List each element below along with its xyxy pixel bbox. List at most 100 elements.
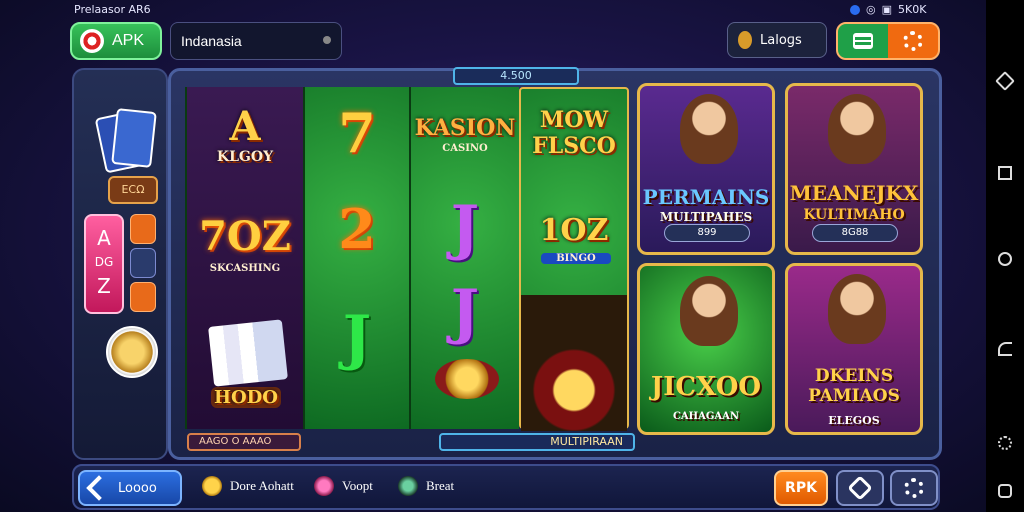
- multiplier-strip: MULTIPIRAAN: [439, 433, 635, 451]
- puzzle-button[interactable]: [836, 470, 884, 506]
- nav-label-1: Dore Aohatt: [230, 478, 294, 493]
- side-panel: ECΩ A DG Z: [72, 68, 168, 460]
- left-strip: AAGO O AAAO: [187, 433, 301, 451]
- reel2-top-symbol: 7: [338, 101, 376, 165]
- apk-button[interactable]: APK: [70, 22, 162, 60]
- region-select[interactable]: Indanasia: [170, 22, 342, 60]
- gear-icon[interactable]: [903, 31, 923, 51]
- playing-cards-icon[interactable]: [94, 108, 160, 180]
- az-mid: DG: [94, 255, 114, 269]
- game-card-2[interactable]: MEANEJKX KULTIMAHO 8G88: [785, 83, 923, 255]
- back-label: Loooo: [118, 480, 157, 496]
- card4-subtitle: ELEGOS: [828, 414, 880, 427]
- nav-label-2: Voopt: [342, 478, 373, 493]
- card3-title: JICXOO: [650, 372, 762, 402]
- signal-icon: ▣: [881, 3, 893, 16]
- roulette-dealer-panel: [521, 295, 627, 431]
- reel-4: MOW FLSCO 1OZ BINGO: [519, 87, 629, 431]
- status-bar: Prelaasor AR6 ◎ ▣ 5K0K: [0, 0, 1024, 18]
- status-right-text: 5K0K: [898, 3, 927, 16]
- side-mini-button-1[interactable]: [130, 214, 156, 244]
- status-right: ◎ ▣ 5K0K: [850, 3, 926, 16]
- language-button[interactable]: Laloɡs: [727, 22, 827, 58]
- reel4-top-symbol: MOW FLSCO: [532, 107, 616, 159]
- card4-portrait: [828, 274, 886, 344]
- reel-1: A KLGOY 7OZ SKCASHING HODO: [185, 87, 303, 429]
- rpk-button[interactable]: RPK: [774, 470, 828, 506]
- card1-portrait: [680, 94, 738, 164]
- card1-pill: 899: [664, 224, 750, 242]
- card3-subtitle: CAHAGAAN: [672, 411, 740, 422]
- nav-label-3: Breat: [426, 478, 455, 493]
- language-label: Laloɡs: [760, 32, 802, 48]
- nav-item-3[interactable]: Breat: [398, 476, 454, 496]
- reel4-mid-symbol: 1OZ: [539, 213, 609, 248]
- coin-nav-icon: [202, 476, 222, 496]
- back-icon[interactable]: [998, 342, 1012, 356]
- side-mini-button-2[interactable]: [130, 248, 156, 278]
- status-left-text: Prelaasor AR6: [74, 3, 151, 16]
- arrow-back-icon: [86, 475, 112, 501]
- nav-item-2[interactable]: Voopt: [314, 476, 373, 496]
- reel1-top-symbol: A: [229, 103, 261, 150]
- home-icon[interactable]: [998, 252, 1012, 266]
- globe-icon: [738, 31, 752, 49]
- wifi-icon: ◎: [866, 3, 876, 16]
- reel1-mid-caption: SKCASHING: [209, 263, 281, 274]
- game-frame: 4.500 A KLGOY 7OZ SKCASHING HODO 7 2 J K…: [168, 67, 942, 460]
- cards-fan-icon: [208, 319, 288, 387]
- frame-title: 4.500: [453, 67, 579, 85]
- cards-badge: ECΩ: [108, 176, 158, 204]
- reel3-mid-symbol: J: [450, 193, 480, 263]
- top-bar: APK Indanasia Laloɡs: [70, 20, 940, 62]
- reel-2: 7 2 J: [303, 87, 409, 429]
- reel2-bot-symbol: J: [342, 303, 372, 373]
- settings-button[interactable]: [890, 470, 938, 506]
- reel1-top-caption: KLGOY: [216, 149, 274, 165]
- recents-icon[interactable]: [998, 166, 1012, 180]
- face-icon: [314, 476, 334, 496]
- nav-item-1[interactable]: Dore Aohatt: [202, 476, 294, 496]
- notification-icon: [850, 4, 860, 15]
- az-top: A: [97, 226, 111, 250]
- game-card-3[interactable]: JICXOO CAHAGAAN: [637, 263, 775, 435]
- card2-pill: 8G88: [812, 224, 898, 242]
- settings-gear-icon: [904, 478, 924, 498]
- apk-label: APK: [112, 32, 145, 49]
- reel2-mid-symbol: 2: [338, 197, 376, 261]
- assistant-icon[interactable]: [998, 436, 1012, 450]
- bottom-bar: Loooo Dore Aohatt Voopt Breat RPK: [72, 464, 940, 510]
- chat-icon: [398, 476, 418, 496]
- chevron-down-icon: [323, 36, 331, 44]
- az-bot: Z: [97, 274, 111, 298]
- reel-3: KASION CASINO J J: [409, 87, 519, 429]
- coin-icon[interactable]: [106, 326, 158, 378]
- game-card-4[interactable]: DKEINS PAMIAOS ELEGOS: [785, 263, 923, 435]
- puzzle-icon: [847, 475, 873, 501]
- accessibility-icon[interactable]: [998, 484, 1012, 498]
- chip-icon: [80, 29, 104, 53]
- game-card-1[interactable]: PERMAINS MULTIPAHES 899: [637, 83, 775, 255]
- side-mini-button-3[interactable]: [130, 282, 156, 312]
- region-value: Indanasia: [181, 33, 242, 49]
- reel1-bot-caption: HODO: [211, 387, 281, 408]
- card4-title: DKEINS PAMIAOS: [808, 366, 900, 406]
- reel3-top-caption: CASINO: [442, 143, 488, 154]
- card2-title: MEANEJKX: [789, 181, 919, 205]
- reel1-mid-symbol: 7OZ: [199, 213, 291, 260]
- card1-title: PERMAINS: [642, 185, 770, 209]
- reel3-bot-symbol: J: [450, 277, 480, 347]
- roulette-icon: [435, 359, 499, 399]
- card2-portrait: [828, 94, 886, 164]
- back-button[interactable]: Loooo: [78, 470, 182, 506]
- menu-icon[interactable]: [853, 33, 873, 49]
- screenshot-icon[interactable]: [995, 71, 1015, 91]
- game-card-grid: PERMAINS MULTIPAHES 899 MEANEJKX KULTIMA…: [637, 83, 927, 441]
- reel3-top-symbol: KASION: [414, 115, 516, 141]
- slot-reels: A KLGOY 7OZ SKCASHING HODO 7 2 J KASION …: [185, 87, 629, 431]
- card2-subtitle: KULTIMAHO: [803, 207, 905, 223]
- az-filter-button[interactable]: A DG Z: [84, 214, 124, 314]
- card3-portrait: [680, 276, 738, 346]
- system-nav-bar: [986, 0, 1024, 512]
- menu-settings-combo[interactable]: [836, 22, 940, 60]
